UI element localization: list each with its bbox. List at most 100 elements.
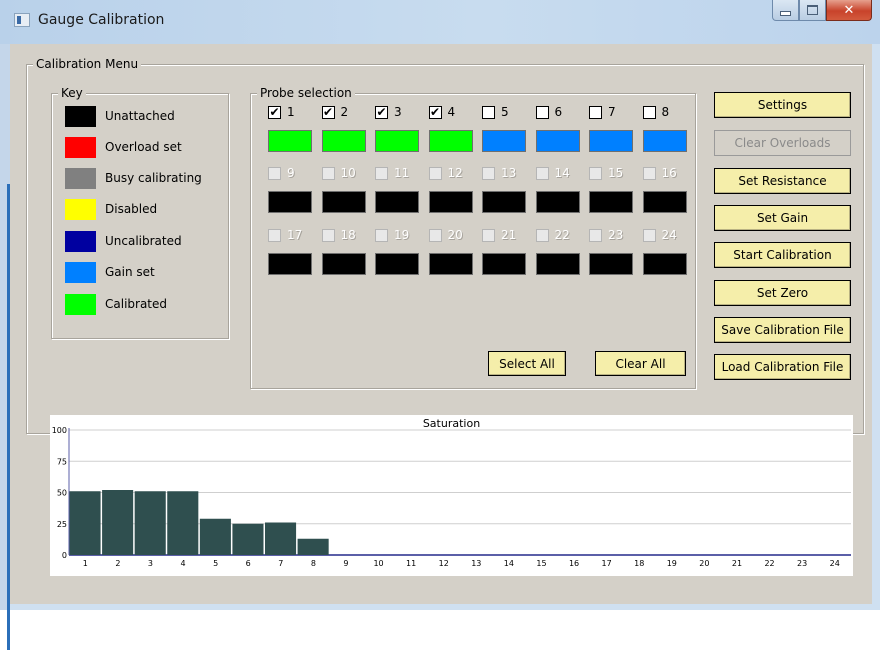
start-calibration-button[interactable]: Start Calibration — [714, 242, 851, 268]
chart-title: Saturation — [422, 417, 481, 430]
probe-checkbox-label: 7 — [608, 105, 616, 119]
key-label: Key — [58, 86, 86, 100]
x-tick-label: 3 — [148, 559, 153, 568]
app-icon[interactable] — [14, 13, 30, 27]
probe-checkbox — [482, 167, 495, 180]
x-tick-label: 19 — [667, 559, 677, 568]
window-frame: Gauge Calibration ✕ Calibration Menu Key… — [0, 0, 880, 650]
settings-button[interactable]: Settings — [714, 92, 851, 118]
key-swatch — [65, 198, 96, 220]
probe-checkbox-label: 20 — [447, 228, 463, 242]
close-button[interactable]: ✕ — [826, 0, 872, 21]
probe-status-indicator — [321, 253, 366, 275]
probe-checkbox — [321, 229, 335, 242]
clear-all-button[interactable]: Clear All — [595, 351, 686, 376]
probe-checkbox-label: 2 — [340, 105, 349, 119]
close-icon: ✕ — [843, 2, 855, 18]
probe-checkbox-label: 5 — [501, 105, 509, 119]
set-zero-button[interactable]: Set Zero — [714, 280, 851, 306]
probe-checkbox-label: 6 — [554, 105, 563, 119]
calibration-menu-label: Calibration Menu — [33, 57, 142, 71]
probe-status-indicator — [642, 130, 687, 152]
probe-checkbox[interactable] — [589, 106, 602, 119]
probe-checkbox — [589, 229, 602, 242]
key-swatch — [65, 230, 96, 252]
probe-checkbox[interactable]: ✔ — [428, 106, 442, 119]
probe-checkbox-label: 23 — [608, 228, 624, 242]
set-resistance-button[interactable]: Set Resistance — [714, 168, 851, 194]
probe-checkbox — [268, 167, 281, 180]
probe-checkbox — [535, 167, 549, 180]
x-tick-label: 23 — [797, 559, 807, 568]
probe-checkbox[interactable] — [535, 106, 549, 119]
x-tick-label: 20 — [699, 559, 709, 568]
load-calibration-file-button[interactable]: Load Calibration File — [714, 354, 851, 380]
key-swatch — [65, 261, 96, 283]
x-tick-label: 22 — [764, 559, 774, 568]
probe-status-indicator — [589, 130, 633, 152]
probe-status-indicator — [428, 253, 473, 275]
probe-checkbox-label: 4 — [447, 105, 456, 119]
probe-status-indicator — [482, 253, 526, 275]
x-tick-label: 16 — [569, 559, 579, 568]
key-item: Disabled — [65, 198, 157, 220]
title-bar[interactable]: Gauge Calibration ✕ — [0, 0, 880, 44]
key-item-label: Overload set — [105, 140, 182, 154]
save-calibration-file-button[interactable]: Save Calibration File — [714, 317, 851, 343]
probe-checkbox — [535, 229, 549, 242]
saturation-chart-svg: 02550751001 2 3 4 5 6 7 8 9 10 11 12 13 14 15 16 17 18 19 2… — [52, 426, 851, 568]
probe-status-indicator — [268, 253, 312, 275]
set-gain-button[interactable]: Set Gain — [714, 205, 851, 231]
saturation-chart: 0 25 50 75 100 1 2 3 4 5 6 7 8 9 10 11 12 13 14 15 16 17 18 19 2… — [50, 415, 853, 576]
probe-status-indicator — [642, 253, 687, 275]
key-item: Uncalibrated — [65, 230, 182, 252]
probe-status-indicator — [268, 191, 312, 213]
key-item: Overload set — [65, 136, 182, 158]
probe-selection-label: Probe selection — [257, 86, 355, 100]
x-tick-label: 1 — [83, 559, 88, 568]
probe-checkbox[interactable]: ✔ — [268, 106, 281, 119]
key-item-label: Busy calibrating — [105, 171, 202, 185]
clear-overloads-button[interactable]: Clear Overloads — [714, 130, 851, 156]
probe-checkbox-label: 10 — [340, 166, 356, 180]
minimize-icon — [780, 10, 791, 16]
key-item-label: Unattached — [105, 109, 175, 123]
x-tick-label: 24 — [830, 559, 840, 568]
y-tick-label: 0 — [62, 551, 67, 560]
probe-status-indicator — [589, 191, 633, 213]
y-tick-label: 75 — [57, 457, 67, 466]
probe-checkbox-label: 15 — [608, 166, 624, 180]
probe-checkbox[interactable] — [642, 106, 656, 119]
maximize-button[interactable] — [799, 0, 826, 21]
bar-3 — [134, 491, 166, 555]
probe-checkbox-label: 14 — [554, 166, 570, 180]
window-left-border — [0, 44, 10, 650]
x-tick-label: 21 — [732, 559, 742, 568]
minimize-button[interactable] — [772, 0, 799, 21]
probe-checkbox[interactable]: ✔ — [321, 106, 335, 119]
probe-checkbox-label: 19 — [394, 228, 410, 242]
probe-status-indicator — [482, 130, 526, 152]
probe-status-indicator — [375, 191, 419, 213]
probe-status-indicator — [375, 130, 419, 152]
key-item: Calibrated — [65, 293, 167, 315]
key-item: Unattached — [65, 105, 175, 127]
probe-checkbox[interactable]: ✔ — [375, 106, 388, 119]
probe-checkbox — [482, 229, 495, 242]
x-tick-label: 13 — [471, 559, 481, 568]
probe-status-indicator — [268, 130, 312, 152]
key-item-label: Calibrated — [105, 297, 168, 311]
probe-checkbox-label: 3 — [394, 105, 402, 119]
x-tick-label: 9 — [343, 559, 348, 568]
key-swatch — [65, 136, 96, 158]
x-tick-label: 17 — [602, 559, 612, 568]
bar-4 — [167, 491, 199, 555]
x-tick-label: 4 — [180, 559, 185, 568]
x-tick-label: 7 — [278, 559, 283, 568]
key-item-label: Disabled — [105, 202, 158, 216]
x-tick-label: 11 — [406, 559, 416, 568]
probe-checkbox — [589, 167, 602, 180]
probe-checkbox[interactable] — [482, 106, 495, 119]
probe-checkbox-label: 24 — [661, 228, 677, 242]
select-all-button[interactable]: Select All — [488, 351, 566, 376]
